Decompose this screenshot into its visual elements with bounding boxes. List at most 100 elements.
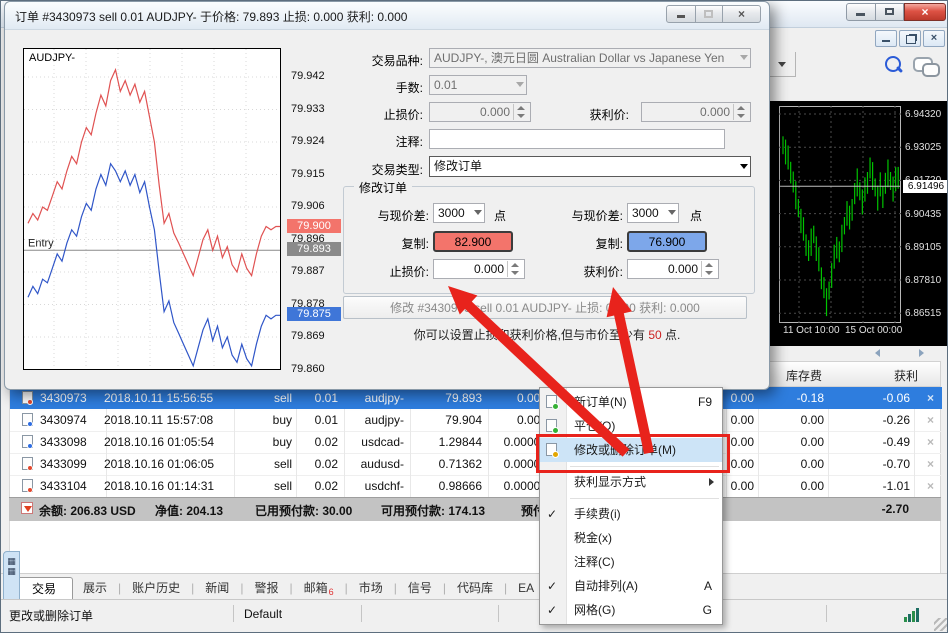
chart-minimize-icon[interactable]	[875, 30, 897, 47]
close-order-icon[interactable]: ×	[927, 391, 934, 405]
menu-item[interactable]: 新订单(N)F9	[540, 390, 722, 414]
minimize-icon[interactable]	[846, 3, 876, 21]
order-row[interactable]: 34331042018.10.16 01:14:31sell0.02usdchf…	[10, 475, 942, 498]
modify-takeprofit-input[interactable]: 0.000	[627, 259, 719, 279]
minimize-glyph	[677, 15, 685, 18]
column-header-profit[interactable]: 获利	[894, 367, 918, 384]
new-order-icon	[546, 395, 557, 408]
close-order-icon[interactable]: ×	[927, 413, 934, 427]
chart-close-icon[interactable]: ×	[923, 30, 945, 47]
stepper-icon[interactable]	[513, 104, 529, 120]
modify-order-button[interactable]: 修改 #3430973 sell 0.01 AUDJPY- 止损: 0.000 …	[343, 296, 747, 319]
menu-item[interactable]: 注释(C)	[540, 550, 722, 574]
cell-symbol: audusd-	[361, 457, 404, 471]
column-separator	[234, 475, 235, 497]
dialog-titlebar[interactable]: 订单 #3430973 sell 0.01 AUDJPY- 于价格: 79.89…	[5, 2, 769, 30]
cell-open-price: 0.71362	[439, 457, 482, 471]
dialog-minimize-icon[interactable]	[666, 5, 696, 23]
status-separator	[498, 605, 499, 622]
order-row[interactable]: 34309742018.10.11 15:57:08buy0.01audjpy-…	[10, 409, 942, 432]
search-icon[interactable]	[885, 56, 901, 72]
modify-stoploss-input[interactable]: 0.000	[433, 259, 525, 279]
menu-item[interactable]: ✓手续费(i)	[540, 502, 722, 526]
column-separator	[914, 475, 915, 497]
stepper-icon[interactable]	[733, 104, 749, 120]
price-scale-label: 79.924	[291, 135, 325, 147]
chart-restore-icon[interactable]	[899, 30, 921, 47]
terminal-tab[interactable]: 展示	[73, 576, 117, 600]
terminal-tab[interactable]: 代码库	[447, 576, 503, 600]
stepper-icon[interactable]	[507, 261, 523, 277]
chat-icon[interactable]	[913, 57, 933, 72]
bid-line	[28, 164, 280, 366]
status-separator	[361, 605, 362, 622]
terminal-tab[interactable]: 账户历史	[122, 576, 190, 600]
close-order-icon[interactable]: ×	[927, 457, 934, 471]
comment-input[interactable]	[429, 129, 725, 149]
price-scale-label: 79.887	[291, 265, 325, 277]
group-legend: 修改订单	[354, 179, 412, 196]
cell-symbol: usdcad-	[361, 435, 404, 449]
order-row[interactable]: 34330982018.10.16 01:05:54buy0.02usdcad-…	[10, 431, 942, 454]
cell-lots: 0.02	[315, 457, 338, 471]
terminal-tab[interactable]: 警报	[244, 576, 288, 600]
terminal-dock-tab[interactable]: ▦▦	[3, 551, 20, 603]
mini-chart-price-scale: 6.943206.930256.917206.904356.891056.878…	[903, 101, 948, 346]
menu-item-label: 手续费(i)	[574, 502, 621, 526]
order-row[interactable]: 34330992018.10.16 01:06:05sell0.02audusd…	[10, 453, 942, 476]
terminal-tab[interactable]: 交易	[15, 577, 73, 600]
dialog-window-controls: ×	[666, 5, 761, 23]
order-dialog: 订单 #3430973 sell 0.01 AUDJPY- 于价格: 79.89…	[4, 1, 770, 390]
badge-icon	[552, 427, 559, 434]
signal-bar	[916, 608, 919, 622]
close-order-icon[interactable]: ×	[927, 435, 934, 449]
menu-item[interactable]: ✓自动排列(A)A	[540, 574, 722, 598]
chevron-down-icon	[474, 210, 482, 215]
terminal-tab[interactable]: 新闻	[195, 576, 239, 600]
cell-open-time: 2018.10.16 01:06:05	[104, 457, 214, 471]
column-separator	[234, 453, 235, 475]
toolbar-dropdown-button[interactable]	[769, 52, 796, 77]
terminal-tab[interactable]: 市场	[349, 576, 393, 600]
maximize-icon[interactable]	[876, 3, 904, 21]
menu-item[interactable]: 税金(x)	[540, 526, 722, 550]
close-order-icon[interactable]: ×	[927, 479, 934, 493]
terminal-tabbar: 交易展示|账户历史|新闻|警报|邮箱6|市场|信号|代码库|EA|日志	[1, 573, 948, 600]
resize-grip-icon[interactable]	[934, 618, 947, 631]
submenu-arrow-icon	[709, 478, 714, 486]
menu-item[interactable]: 获利显示方式	[540, 470, 722, 494]
stoploss-input[interactable]: 0.000	[429, 102, 531, 122]
volume-label: 手数:	[396, 79, 423, 96]
column-header-swap[interactable]: 库存费	[786, 367, 822, 384]
takeprofit-input[interactable]: 0.000	[641, 102, 751, 122]
scroll-left-icon[interactable]	[875, 349, 880, 357]
order-type-select[interactable]: 修改订单	[429, 156, 751, 177]
tp-level-select[interactable]: 3000	[627, 203, 679, 223]
points-label: 点	[494, 207, 506, 224]
cell-order-id: 3433098	[40, 435, 87, 449]
close-icon[interactable]: ×	[904, 3, 946, 21]
stepper-icon[interactable]	[701, 261, 717, 277]
menu-item[interactable]: ✓网格(G)G	[540, 598, 722, 622]
status-message: 更改或删除订单	[9, 607, 93, 624]
volume-select[interactable]: 0.01	[429, 75, 527, 95]
scroll-right-icon[interactable]	[919, 349, 924, 357]
copy-tp-button[interactable]: 76.900	[627, 231, 707, 252]
profile-name[interactable]: Default	[244, 607, 282, 621]
copy-sl-button[interactable]: 82.900	[433, 231, 513, 252]
orders-table: 34309732018.10.11 15:56:55sell0.01audjpy…	[9, 387, 941, 573]
balance-value: 余额: 206.83 USD	[39, 502, 136, 519]
order-row[interactable]: 34309732018.10.11 15:56:55sell0.01audjpy…	[10, 387, 942, 409]
tab-label: 代码库	[457, 581, 493, 595]
sl-level-select[interactable]: 3000	[433, 203, 485, 223]
price-scale-label: 6.87810	[905, 275, 941, 286]
orders-rows: 34309732018.10.11 15:56:55sell0.01audjpy…	[10, 387, 942, 497]
arrow-down-icon	[511, 271, 519, 275]
symbol-select[interactable]: AUDJPY-, 澳元日圆 Australian Dollar vs Japan…	[429, 48, 751, 68]
terminal-tab[interactable]: 信号	[398, 576, 442, 600]
terminal-tab[interactable]: 邮箱6	[294, 576, 344, 600]
close-order-icon	[546, 419, 557, 432]
ask-line	[28, 70, 280, 276]
dialog-close-icon[interactable]: ×	[723, 5, 761, 23]
column-separator	[344, 453, 345, 475]
